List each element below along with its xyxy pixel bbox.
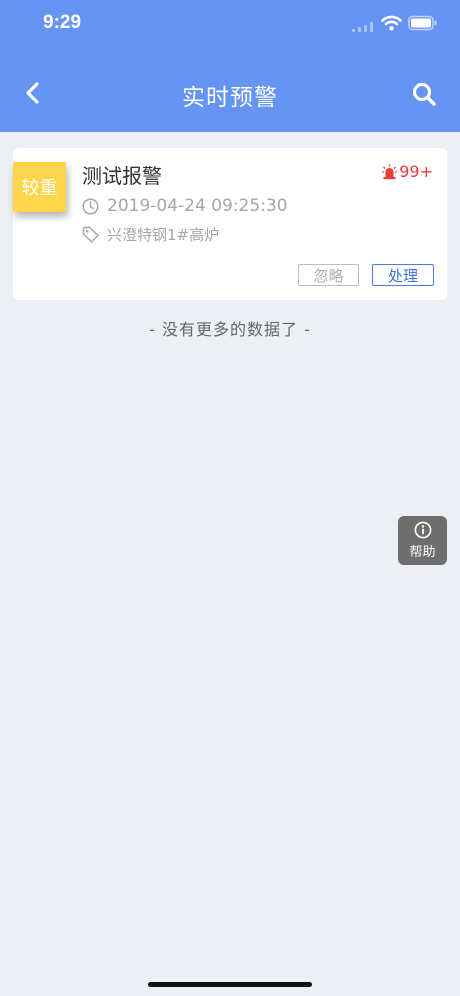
battery-icon [408, 15, 437, 31]
page-title: 实时预警 [182, 85, 278, 111]
alarm-card[interactable]: 较重 测试报警 99+ 2019-04-24 09:25:30 兴澄特钢1#高炉… [13, 148, 447, 300]
home-indicator[interactable] [148, 982, 312, 987]
tag-icon [82, 226, 99, 243]
handle-button[interactable]: 处理 [372, 264, 434, 286]
alarm-location-row: 兴澄特钢1#高炉 [82, 224, 219, 245]
level-badge: 较重 [13, 162, 66, 212]
app-header: 9:29 实时预警 [0, 0, 460, 132]
help-label: 帮助 [409, 545, 436, 560]
ignore-button[interactable]: 忽略 [298, 264, 359, 286]
alarm-count-badge: 99+ [382, 162, 433, 181]
alarm-count: 99+ [399, 162, 433, 181]
search-button[interactable] [406, 76, 442, 112]
list-end-text: - 没有更多的数据了 - [149, 320, 311, 339]
status-time: 9:29 [43, 12, 82, 33]
clock-icon [82, 197, 99, 215]
alarm-siren-icon [382, 164, 398, 179]
help-button[interactable]: 帮助 [398, 516, 447, 565]
alarm-time-row: 2019-04-24 09:25:30 [82, 196, 288, 216]
info-icon [414, 521, 431, 539]
wifi-icon [381, 15, 402, 31]
alarm-time: 2019-04-24 09:25:30 [107, 196, 288, 216]
alarm-location: 兴澄特钢1#高炉 [107, 226, 220, 244]
signal-icon [352, 22, 373, 32]
search-icon [412, 82, 436, 106]
alarm-title: 测试报警 [82, 164, 162, 188]
